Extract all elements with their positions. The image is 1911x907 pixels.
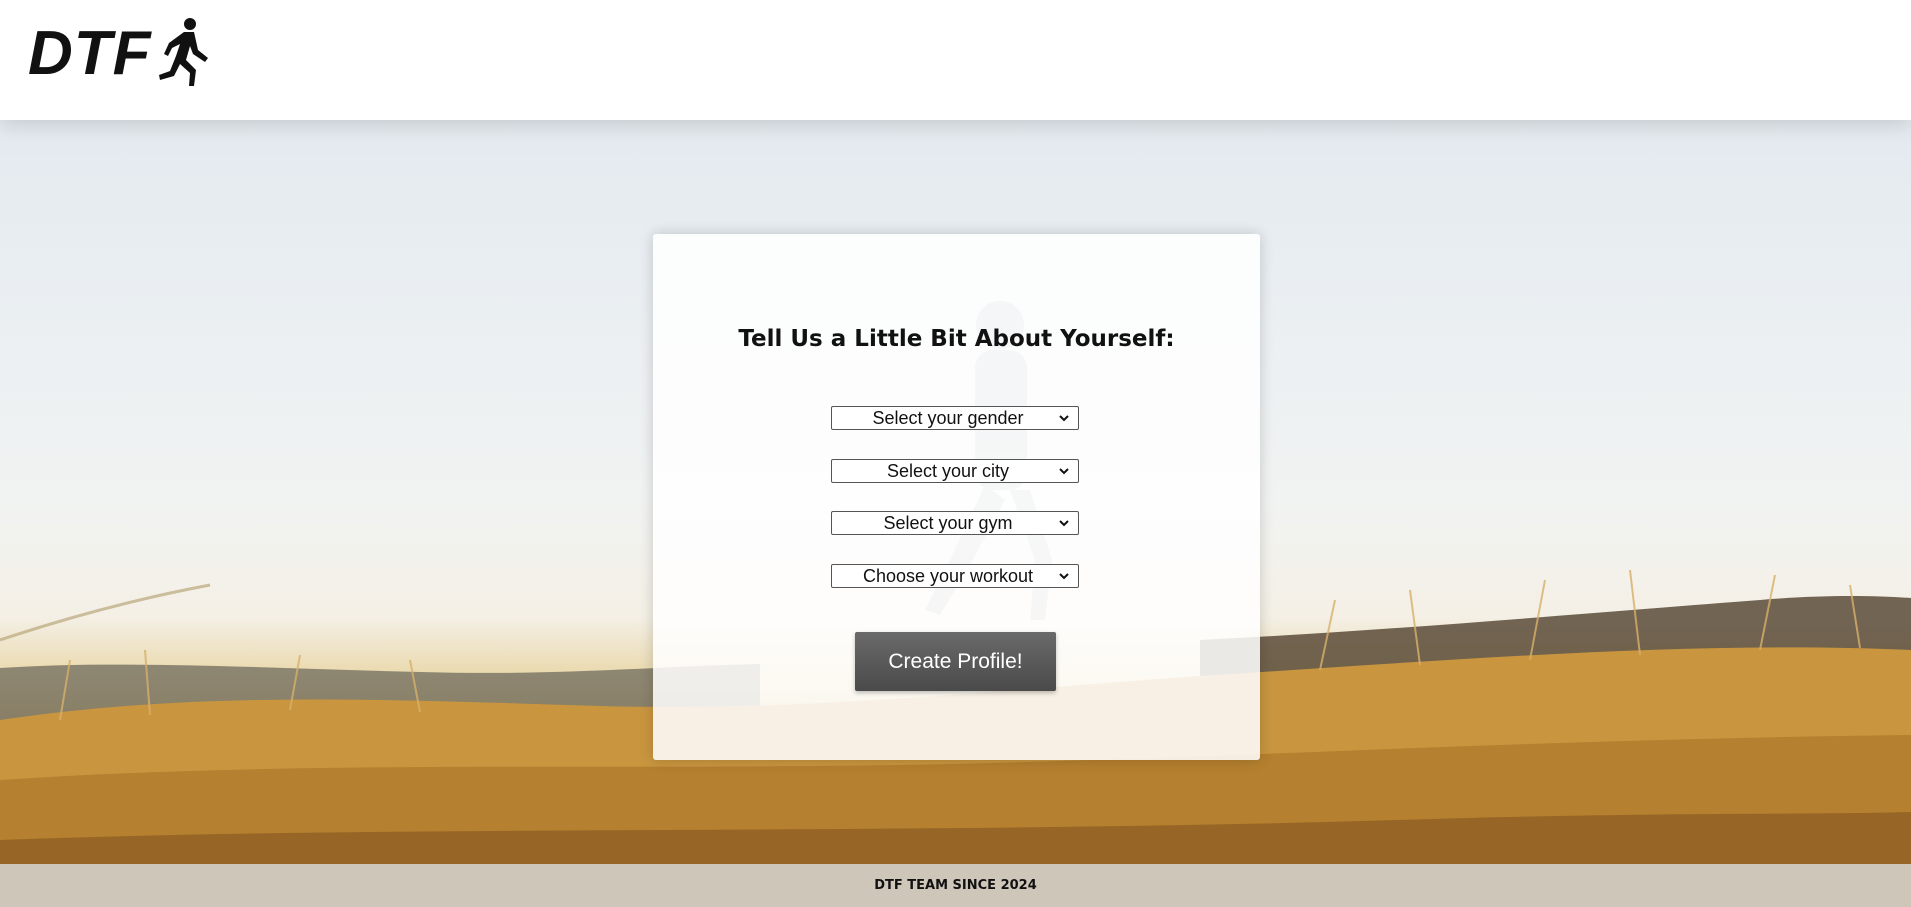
logo[interactable]: DTF: [28, 14, 214, 94]
gender-select[interactable]: Select your gender: [831, 406, 1079, 430]
chevron-down-icon: [1056, 467, 1072, 475]
gym-select[interactable]: Select your gym: [831, 511, 1079, 535]
logo-text: DTF: [28, 19, 152, 88]
city-select[interactable]: Select your city: [831, 459, 1079, 483]
gym-select-label: Select your gym: [883, 512, 1013, 533]
footer-text: DTF TEAM SINCE 2024: [874, 878, 1037, 893]
page: DTF Tell Us a Little Bit About Yourself:…: [0, 0, 1911, 907]
chevron-down-icon: [1056, 519, 1072, 527]
site-header: DTF: [0, 0, 1911, 120]
workout-select-label: Choose your workout: [862, 565, 1034, 586]
profile-form-card: Tell Us a Little Bit About Yourself: Sel…: [653, 234, 1260, 760]
site-footer: DTF TEAM SINCE 2024: [0, 864, 1911, 907]
chevron-down-icon: [1056, 572, 1072, 580]
form-title: Tell Us a Little Bit About Yourself:: [738, 326, 1175, 352]
workout-select[interactable]: Choose your workout: [831, 564, 1079, 588]
runner-icon: [154, 16, 214, 92]
create-profile-button[interactable]: Create Profile!: [855, 632, 1056, 691]
chevron-down-icon: [1056, 414, 1072, 422]
gender-select-label: Select your gender: [872, 407, 1024, 428]
city-select-label: Select your city: [886, 460, 1010, 481]
